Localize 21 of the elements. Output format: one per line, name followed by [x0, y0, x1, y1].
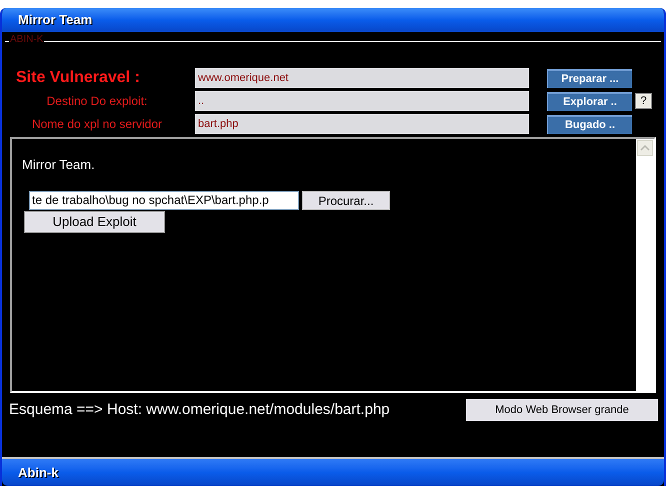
web-browser-button[interactable]: Modo Web Browser grande: [466, 399, 658, 422]
field-label: Nome do xpl no servidor: [30, 116, 164, 133]
action-button[interactable]: Explorar ..: [547, 92, 632, 110]
browse-button[interactable]: Procurar...: [302, 190, 390, 210]
field-label: Site Vulneravel :: [15, 68, 141, 88]
input-field[interactable]: www.omerique.net: [195, 68, 529, 88]
group-legend: ABIN-K: [9, 35, 44, 45]
scroll-up-icon[interactable]: [637, 140, 653, 156]
action-button[interactable]: Preparar ...: [547, 68, 632, 88]
input-field[interactable]: bart.php: [195, 114, 529, 134]
upload-button[interactable]: Upload Exploit: [24, 210, 165, 232]
file-path-field[interactable]: te de trabalho\bug no spchat\EXP\bart.php.p: [29, 190, 299, 210]
status-title: Abin-k: [18, 464, 58, 482]
action-button[interactable]: Bugado ..: [547, 114, 632, 134]
window-title: Mirror Team: [18, 11, 92, 30]
scheme-text: Esquema ==> Host: www.omerique.net/modules/bart.php: [9, 400, 390, 420]
help-button[interactable]: ?: [635, 93, 652, 109]
panel-heading: Mirror Team.: [22, 156, 96, 174]
vertical-scrollbar[interactable]: [636, 139, 654, 391]
input-field[interactable]: ..: [195, 91, 529, 111]
field-label: Destino Do exploit:: [46, 93, 148, 110]
